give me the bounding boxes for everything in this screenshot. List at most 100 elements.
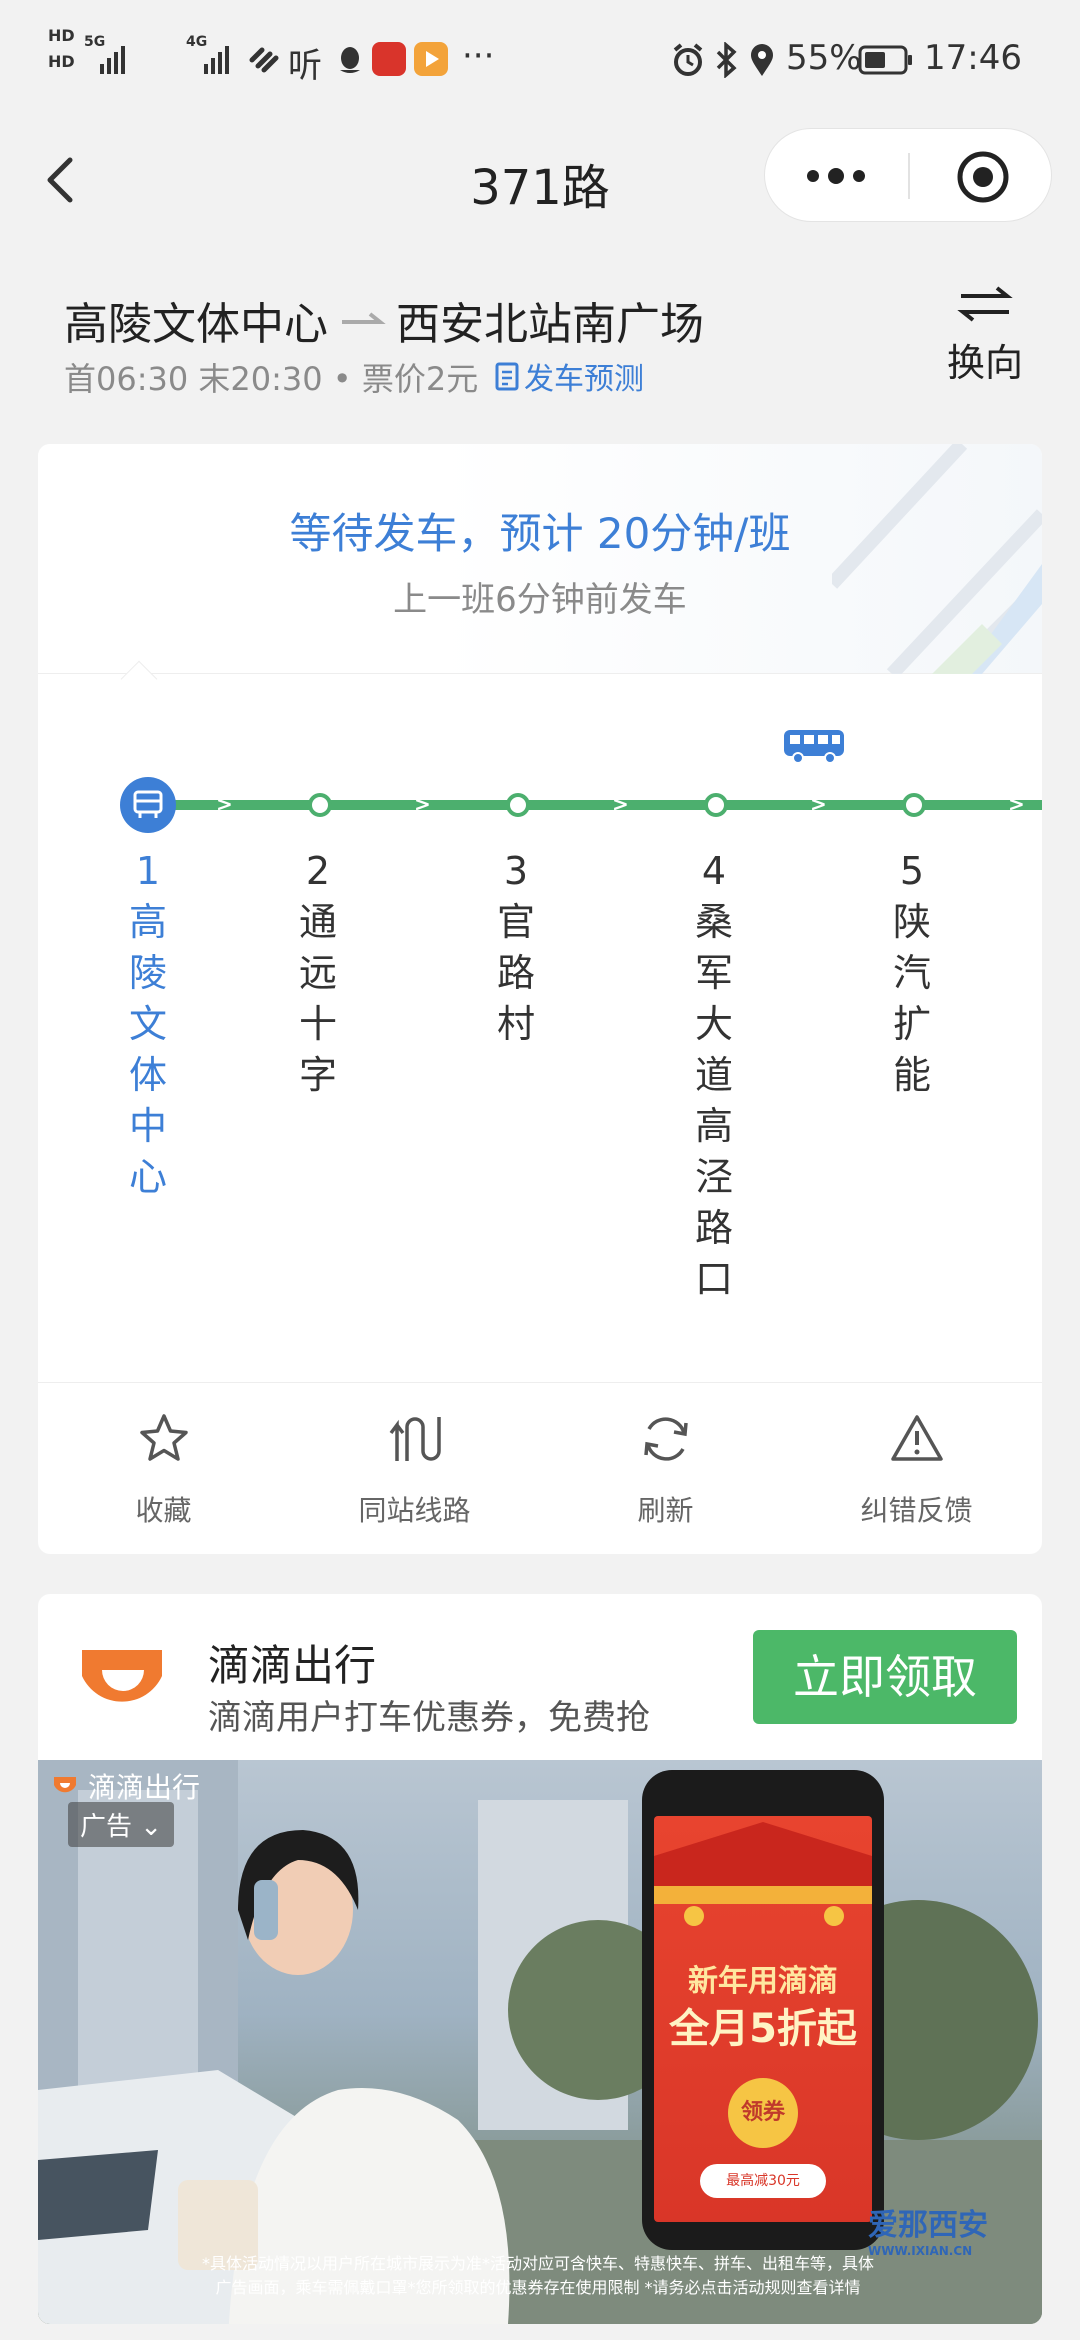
same-station-label: 同站线路 — [358, 1494, 471, 1527]
ad-advertiser-name: 滴滴出行 — [208, 1641, 377, 1690]
routes-icon — [389, 1417, 441, 1461]
action-bar: 收藏 同站线路 刷新 纠错反馈 — [38, 1382, 1042, 1554]
direction-chevron: > — [414, 792, 431, 816]
hd2-indicator: HD — [48, 52, 75, 71]
page-title: 371路 — [470, 160, 610, 216]
reverse-label: 换向 — [946, 341, 1023, 385]
stop-char: 军 — [694, 951, 733, 995]
qq-icon — [340, 47, 360, 73]
phone-mockup: 新年用滴滴 全月5折起 领券 最高减30元 — [642, 1770, 884, 2250]
didi-small-logo-icon — [54, 1777, 76, 1793]
more-options-icon[interactable] — [801, 159, 871, 193]
stop-char: 路 — [496, 951, 535, 995]
stop-char: 大 — [694, 1002, 733, 1046]
departure-status-panel: 等待发车，预计 20分钟/班 上一班6分钟前发车 — [38, 444, 1042, 674]
location-icon — [751, 44, 773, 76]
ad-tag[interactable]: 广告 ⌄ — [68, 1802, 175, 1847]
route-stops-area[interactable]: > > > > > 1 高 陵 文 体 中 心 2 通 远 十 字 3 官 路 … — [38, 674, 1042, 1334]
direction-chevron: > — [1008, 792, 1025, 816]
ad-tag-label: 广告 — [80, 1812, 133, 1842]
reverse-direction-button[interactable]: 换向 — [930, 284, 1040, 394]
line-detail-card: 等待发车，预计 20分钟/班 上一班6分钟前发车 > > > > > 1 高 陵… — [38, 444, 1042, 1554]
feedback-label: 纠错反馈 — [860, 1494, 973, 1527]
stop-number: 3 — [503, 849, 529, 893]
stop-marker[interactable] — [704, 793, 728, 817]
stop-marker[interactable] — [506, 793, 530, 817]
departure-forecast-link[interactable]: 发车预测 — [494, 354, 644, 398]
promo-title: 新年用滴滴 — [688, 1964, 838, 1999]
stop-char: 通 — [298, 900, 337, 944]
battery-percent: 55% — [786, 38, 862, 78]
stop-char: 村 — [496, 1002, 535, 1046]
same-station-lines-button[interactable]: 同站线路 — [289, 1383, 540, 1554]
claim-now-button[interactable]: 立即领取 — [753, 1630, 1017, 1724]
bluetooth-icon — [716, 42, 737, 78]
more-notifications: ··· — [462, 36, 495, 76]
stop-char: 能 — [892, 1053, 931, 1097]
alarm-icon — [673, 43, 703, 76]
star-icon — [139, 1414, 188, 1461]
stop-char: 官 — [496, 900, 535, 944]
stop-5[interactable]: 5 陕 汽 扩 能 — [882, 846, 942, 1101]
stop-marker[interactable] — [308, 793, 332, 817]
warning-icon — [890, 1415, 943, 1461]
site-watermark: 爱那西安 WWW.IXIAN.CN — [868, 2200, 988, 2258]
battery-icon — [858, 45, 912, 75]
stop-number: 4 — [701, 849, 727, 893]
origin-stop: 高陵文体中心 — [64, 299, 328, 350]
video-app-icon — [414, 42, 448, 76]
signal-icon-2 — [204, 44, 229, 74]
refresh-button[interactable]: 刷新 — [540, 1383, 791, 1554]
stop-char: 路 — [694, 1206, 733, 1250]
stop-char: 口 — [694, 1257, 733, 1301]
stop-3[interactable]: 3 官 路 村 — [486, 846, 546, 1050]
chevron-down-icon: ⌄ — [140, 1812, 163, 1842]
ad-description: 滴滴用户打车优惠券，免费抢 — [208, 1698, 650, 1738]
stop-char: 扩 — [892, 1002, 931, 1046]
close-miniprogram-icon[interactable] — [955, 149, 1011, 205]
ad-brand-small-text: 滴滴出行 — [88, 1771, 201, 1804]
promo-max-discount: 最高减30元 — [700, 2164, 826, 2198]
hd1-indicator: HD — [48, 26, 75, 45]
stop-char: 道 — [694, 1053, 733, 1097]
ad-card[interactable]: 滴滴出行 滴滴用户打车优惠券，免费抢 立即领取 滴滴出行 广告 ⌄ 新年用滴滴 … — [38, 1594, 1042, 2324]
stop-char: 高 — [128, 900, 167, 944]
stop-char: 陕 — [892, 900, 931, 944]
ad-banner-image[interactable]: 滴滴出行 广告 ⌄ 新年用滴滴 全月5折起 领券 最高减30元 *具体活动情况以… — [38, 1760, 1042, 2324]
wifi-sync-icon — [249, 47, 279, 73]
watermark-url: WWW.IXIAN.CN — [868, 2244, 973, 2258]
stop-char: 高 — [694, 1104, 733, 1148]
promo-coupon-badge: 领券 — [728, 2078, 798, 2148]
last-departure-text: 上一班6分钟前发车 — [393, 580, 687, 620]
favorite-button[interactable]: 收藏 — [38, 1383, 289, 1554]
stop-char: 桑 — [694, 900, 733, 944]
direction-chevron: > — [810, 792, 827, 816]
signal-icon — [100, 44, 125, 74]
stop-char: 汽 — [892, 951, 931, 995]
clock: 17:46 — [924, 38, 1022, 78]
back-arrow-icon[interactable] — [40, 150, 80, 210]
watermark-text: 爱那西安 — [868, 2208, 988, 2243]
promo-discount: 全月5折起 — [669, 2006, 857, 2052]
favorite-label: 收藏 — [135, 1494, 192, 1527]
error-feedback-button[interactable]: 纠错反馈 — [791, 1383, 1042, 1554]
route-info: 高陵文体中心 西安北站南广场 首06:30 末20:30 • 票价2元 发车预测… — [0, 270, 1080, 410]
stop-2[interactable]: 2 通 远 十 字 — [288, 846, 348, 1101]
listen-icon: 听 — [288, 46, 322, 86]
direction-arrow-icon — [342, 312, 386, 324]
stop-char: 中 — [128, 1104, 167, 1148]
bus-icon[interactable] — [782, 726, 846, 766]
stop-4[interactable]: 4 桑 军 大 道 高 泾 路 口 — [684, 846, 744, 1305]
stop-marker[interactable] — [902, 793, 926, 817]
stop-char: 泾 — [694, 1155, 733, 1199]
forecast-label: 发车预测 — [524, 362, 644, 397]
stop-1[interactable]: 1 高 陵 文 体 中 心 — [118, 846, 178, 1203]
stop-char: 文 — [128, 1002, 167, 1046]
stop-number: 1 — [135, 849, 161, 893]
stop-char: 陵 — [128, 951, 167, 995]
miniprogram-capsule — [764, 128, 1052, 222]
stop-char: 字 — [298, 1053, 337, 1097]
stop-number: 2 — [305, 849, 331, 893]
schedule-price: 首06:30 末20:30 • 票价2元 — [64, 360, 479, 398]
refresh-icon — [643, 1417, 688, 1461]
